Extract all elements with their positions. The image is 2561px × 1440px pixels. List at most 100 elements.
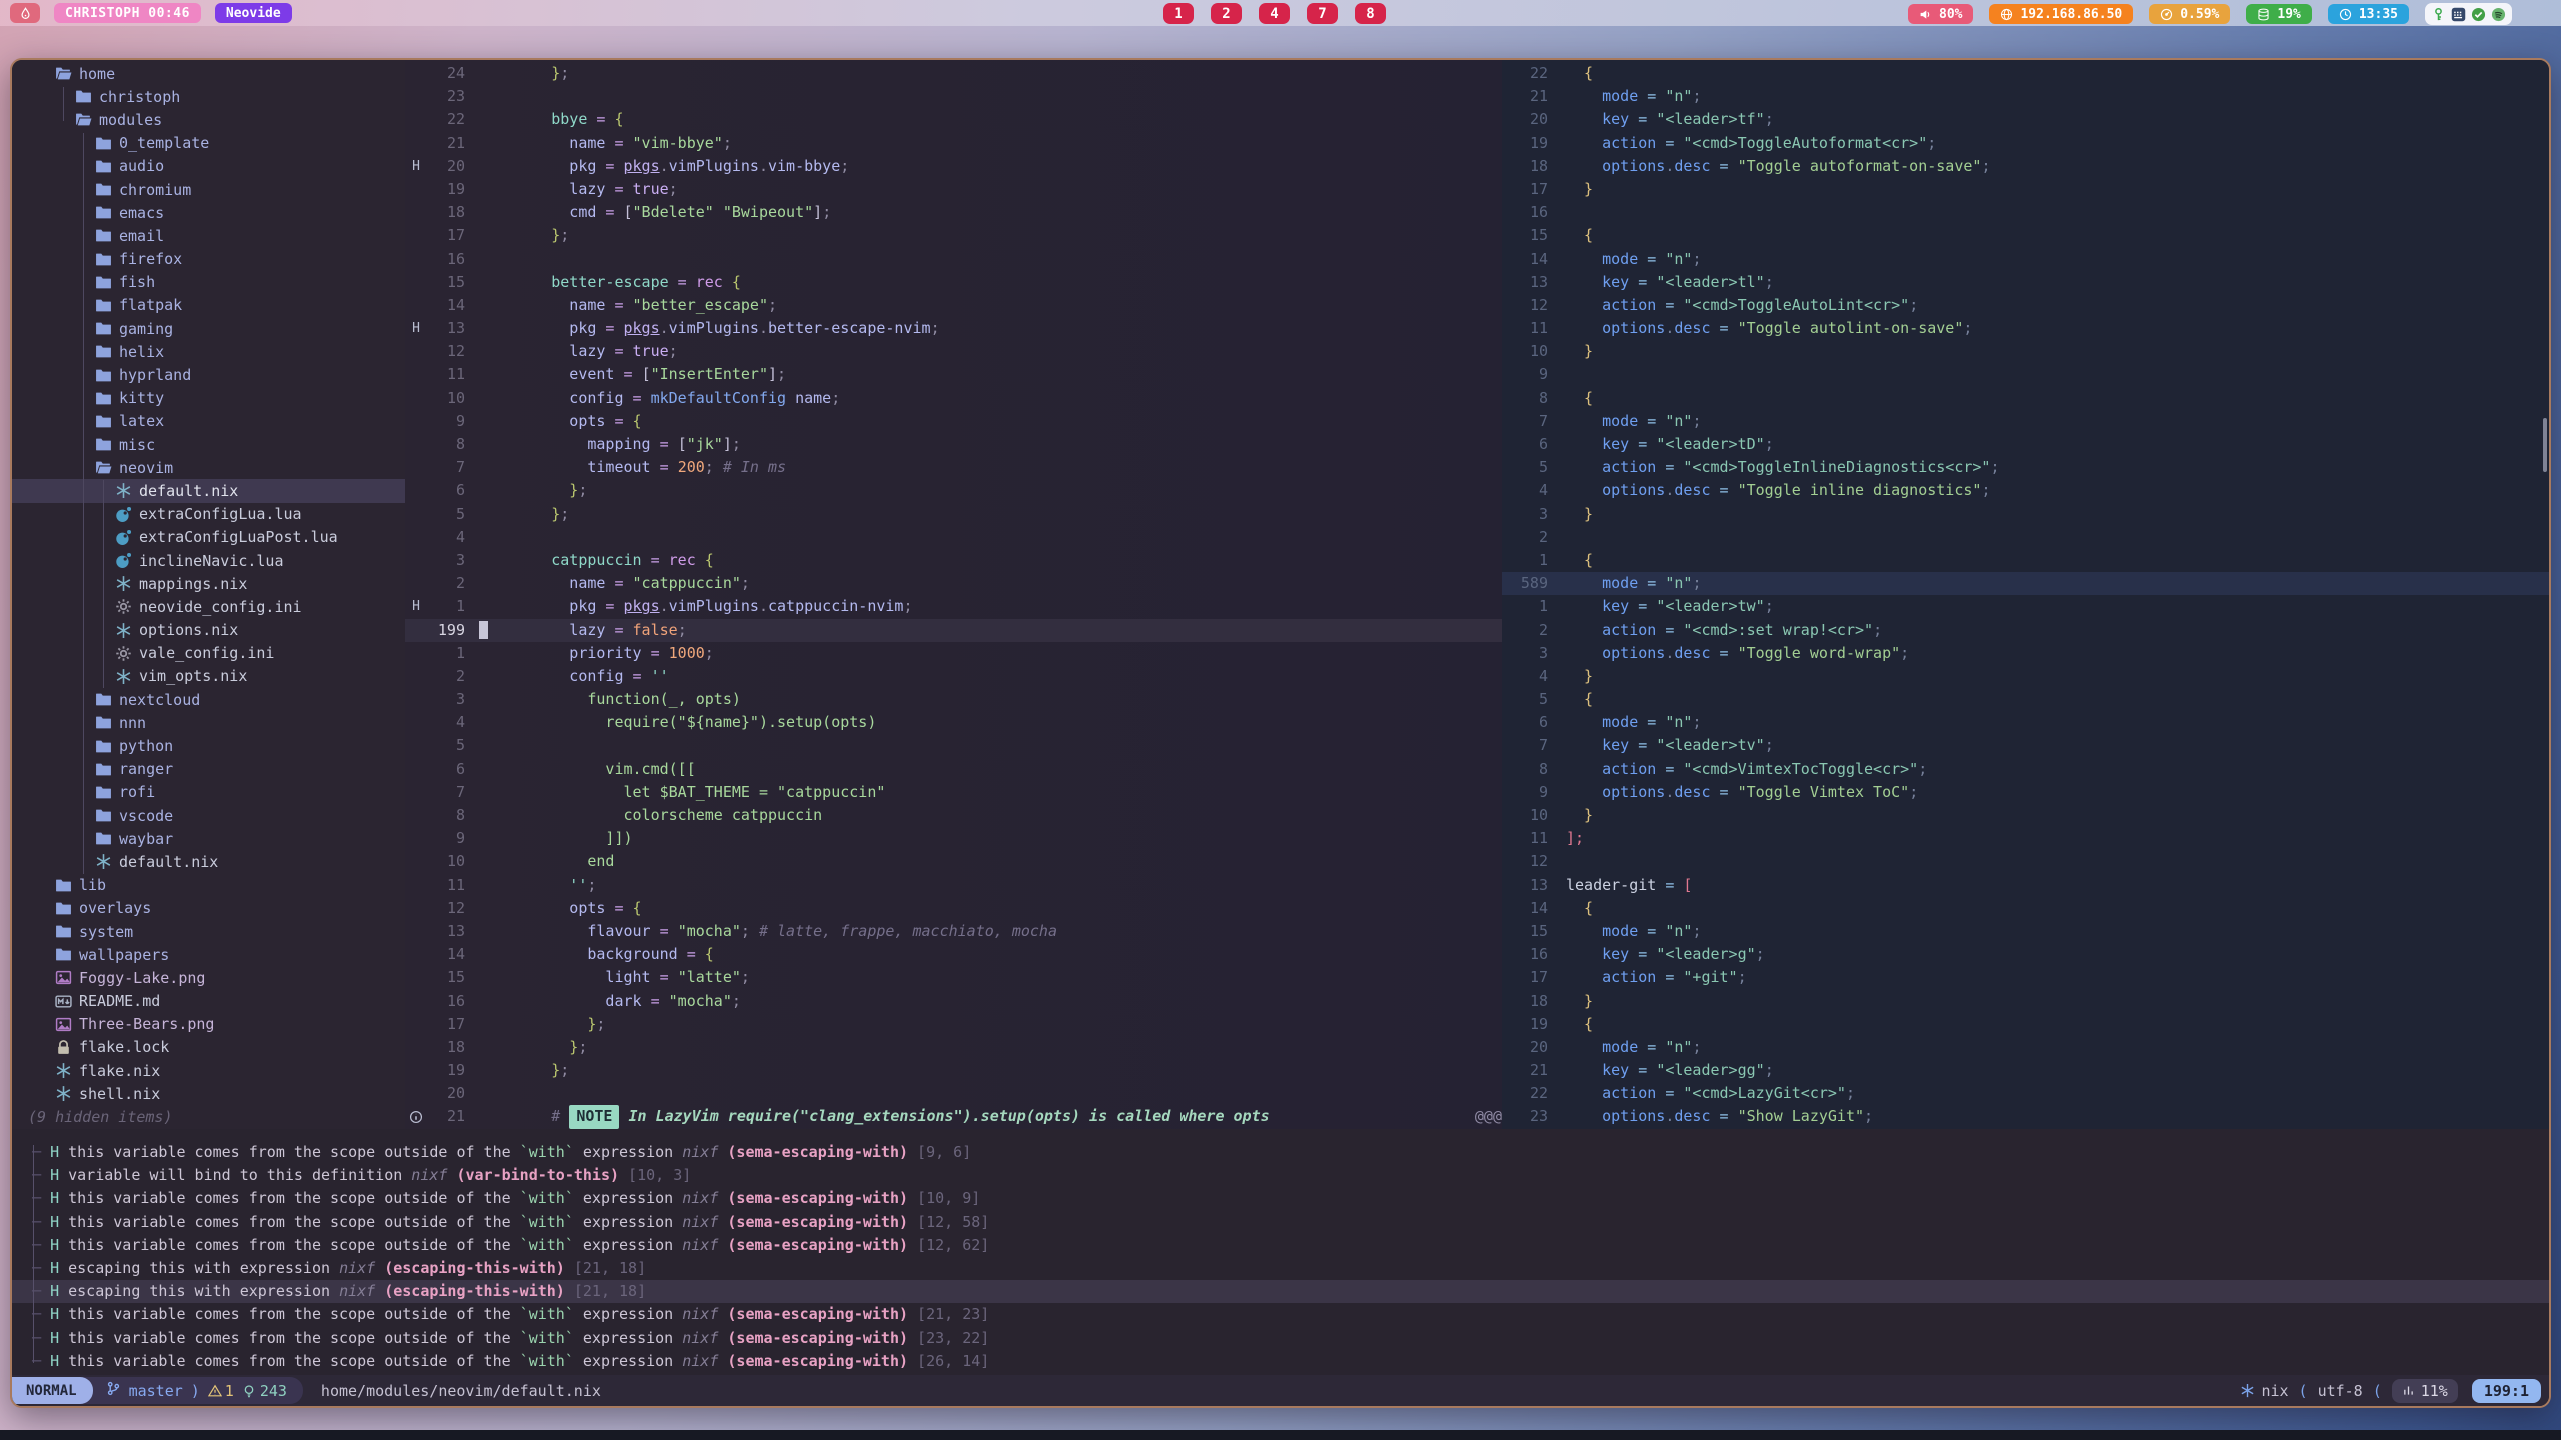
tree-item-flake.lock[interactable]: flake.lock xyxy=(12,1036,405,1059)
tree-item-hyprland[interactable]: hyprland xyxy=(12,363,405,386)
tree-item-christoph[interactable]: christoph xyxy=(12,85,405,108)
editor-right-line: 9 xyxy=(1502,363,2549,386)
tree-item-python[interactable]: python xyxy=(12,734,405,757)
tree-item-Foggy-Lake.png[interactable]: Foggy-Lake.png xyxy=(12,966,405,989)
sign-column xyxy=(405,132,427,155)
workspace-button-7[interactable]: 7 xyxy=(1307,3,1338,24)
workspace-button-4[interactable]: 4 xyxy=(1259,3,1290,24)
tree-item-system[interactable]: system xyxy=(12,920,405,943)
tree-item-wallpapers[interactable]: wallpapers xyxy=(12,943,405,966)
editor-right-line: 10 } xyxy=(1502,804,2549,827)
tree-item-lib[interactable]: lib xyxy=(12,874,405,897)
tree-item-label: nnn xyxy=(119,714,146,732)
line-number: 6 xyxy=(1504,433,1548,456)
tree-item-default.nix[interactable]: default.nix xyxy=(12,479,405,502)
system-tray xyxy=(2425,3,2512,25)
tree-item-0_template[interactable]: 0_template xyxy=(12,132,405,155)
tree-item-Three-Bears.png[interactable]: Three-Bears.png xyxy=(12,1013,405,1036)
diagnostic-row[interactable]: ─ H this variable comes from the scope o… xyxy=(12,1211,2549,1234)
editor-right-line: 22 action = "<cmd>LazyGit<cr>"; xyxy=(1502,1082,2549,1105)
tree-item-extraConfigLuaPost.lua[interactable]: extraConfigLuaPost.lua xyxy=(12,526,405,549)
editor-right-line: 14 { xyxy=(1502,897,2549,920)
tree-item-options.nix[interactable]: options.nix xyxy=(12,619,405,642)
tree-item-label: rofi xyxy=(119,783,155,801)
tree-item-waybar[interactable]: waybar xyxy=(12,827,405,850)
tree-item-misc[interactable]: misc xyxy=(12,433,405,456)
editor-left-line: 9 opts = { xyxy=(405,410,1502,433)
workspace-button-2[interactable]: 2 xyxy=(1211,3,1242,24)
tree-item-rofi[interactable]: rofi xyxy=(12,781,405,804)
folder-icon xyxy=(95,738,112,755)
editor-pane-left[interactable]: 24 };2322 bbye = {21 name = "vim-bbye";H… xyxy=(405,60,1502,1129)
tree-item-nnn[interactable]: nnn xyxy=(12,711,405,734)
editor-left-line: 12 opts = { xyxy=(405,897,1502,920)
tree-item-helix[interactable]: helix xyxy=(12,340,405,363)
tree-item-flatpak[interactable]: flatpak xyxy=(12,294,405,317)
tree-item-nextcloud[interactable]: nextcloud xyxy=(12,688,405,711)
tree-item-shell.nix[interactable]: shell.nix xyxy=(12,1082,405,1105)
tree-item-overlays[interactable]: overlays xyxy=(12,897,405,920)
check-icon[interactable] xyxy=(2471,7,2486,22)
tree-item-README.md[interactable]: README.md xyxy=(12,990,405,1013)
tree-item-email[interactable]: email xyxy=(12,224,405,247)
diagnostic-row[interactable]: ─ H this variable comes from the scope o… xyxy=(12,1350,2549,1373)
workspace-button-8[interactable]: 8 xyxy=(1355,3,1386,24)
editor-left-line: 6 }; xyxy=(405,479,1502,502)
tree-item-label: vale_config.ini xyxy=(139,644,274,662)
tree-item-firefox[interactable]: firefox xyxy=(12,248,405,271)
tree-item-gaming[interactable]: gaming xyxy=(12,317,405,340)
tree-item-flake.nix[interactable]: flake.nix xyxy=(12,1059,405,1082)
tree-item-chromium[interactable]: chromium xyxy=(12,178,405,201)
tree-item-latex[interactable]: latex xyxy=(12,410,405,433)
diagnostic-row[interactable]: ─ H this variable comes from the scope o… xyxy=(12,1234,2549,1257)
spotify-icon[interactable] xyxy=(2491,7,2506,22)
line-number: 8 xyxy=(1504,387,1548,410)
tree-item-fish[interactable]: fish xyxy=(12,271,405,294)
diagnostic-row[interactable]: ─ H this variable comes from the scope o… xyxy=(12,1141,2549,1164)
editor-left-line: 6 vim.cmd([[ xyxy=(405,758,1502,781)
tree-item-extraConfigLua.lua[interactable]: extraConfigLua.lua xyxy=(12,503,405,526)
editor-right-line: 3 options.desc = "Toggle word-wrap"; xyxy=(1502,642,2549,665)
nix-logo-button[interactable] xyxy=(10,3,40,23)
tree-item-inclineNavic.lua[interactable]: inclineNavic.lua xyxy=(12,549,405,572)
tree-item-vale_config.ini[interactable]: vale_config.ini xyxy=(12,642,405,665)
gear-icon xyxy=(115,598,132,615)
tree-item-audio[interactable]: audio xyxy=(12,155,405,178)
tree-item-ranger[interactable]: ranger xyxy=(12,758,405,781)
tree-item-emacs[interactable]: emacs xyxy=(12,201,405,224)
line-number: 2 xyxy=(1504,526,1548,549)
workspace-button-1[interactable]: 1 xyxy=(1163,3,1194,24)
tree-item-modules[interactable]: modules xyxy=(12,108,405,131)
diagnostic-row[interactable]: ─ H this variable comes from the scope o… xyxy=(12,1187,2549,1210)
key-icon[interactable] xyxy=(2431,7,2446,22)
diagnostic-row[interactable]: ─ H this variable comes from the scope o… xyxy=(12,1327,2549,1350)
nix-icon xyxy=(115,668,132,685)
line-number: 3 xyxy=(427,688,465,711)
tree-item-home[interactable]: home xyxy=(12,62,405,85)
tree-item-vim_opts.nix[interactable]: vim_opts.nix xyxy=(12,665,405,688)
tree-item-vscode[interactable]: vscode xyxy=(12,804,405,827)
diagnostic-row[interactable]: ─ H this variable comes from the scope o… xyxy=(12,1303,2549,1326)
tree-item-mappings.nix[interactable]: mappings.nix xyxy=(12,572,405,595)
tree-item-kitty[interactable]: kitty xyxy=(12,387,405,410)
keyboard-icon[interactable] xyxy=(2451,7,2466,22)
sign-column xyxy=(405,201,427,224)
diagnostic-row[interactable]: ─ H variable will bind to this definitio… xyxy=(12,1164,2549,1187)
sign-column xyxy=(405,897,427,920)
scrollbar[interactable] xyxy=(2543,418,2547,472)
line-number: 2 xyxy=(1504,619,1548,642)
editor-pane-right[interactable]: 22 {21 mode = "n";20 key = "<leader>tf";… xyxy=(1502,60,2549,1129)
tree-item-label: audio xyxy=(119,157,164,175)
folder-icon xyxy=(95,761,112,778)
editor-right-line: 15 { xyxy=(1502,224,2549,247)
diagnostic-row[interactable]: ─ H escaping this with expression nixf (… xyxy=(12,1280,2549,1303)
diagnostic-row[interactable]: ─ H escaping this with expression nixf (… xyxy=(12,1257,2549,1280)
line-number: 14 xyxy=(1504,897,1548,920)
sign-column xyxy=(405,433,427,456)
sign-column xyxy=(405,642,427,665)
tree-item-neovide_config.ini[interactable]: neovide_config.ini xyxy=(12,595,405,618)
tree-item-neovim[interactable]: neovim xyxy=(12,456,405,479)
tree-item-default.nix[interactable]: default.nix xyxy=(12,850,405,873)
line-number: 19 xyxy=(427,178,465,201)
sign-column-info xyxy=(405,1105,427,1128)
